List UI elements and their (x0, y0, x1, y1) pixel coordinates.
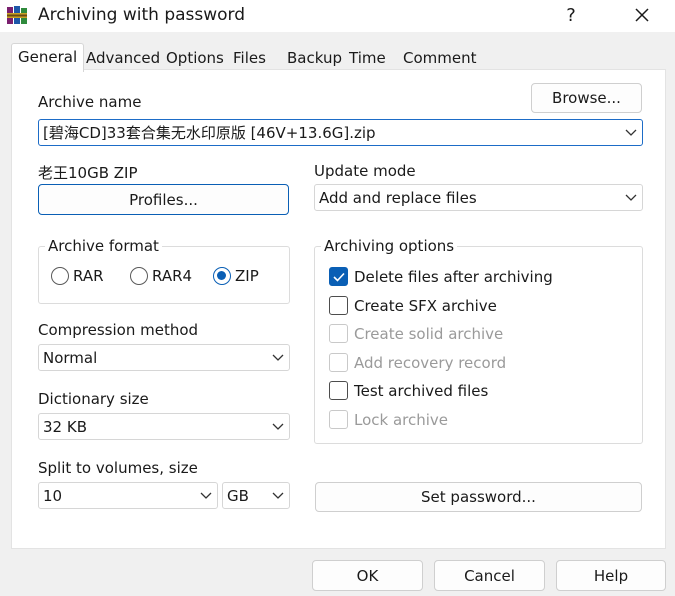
help-question-button[interactable]: ? (553, 0, 589, 30)
tab-comment[interactable]: Comment (403, 46, 477, 71)
profiles-button[interactable]: Profiles... (38, 184, 289, 215)
tab-advanced[interactable]: Advanced (86, 46, 160, 71)
split-size-combobox[interactable]: 10 (38, 482, 218, 509)
compression-method-select[interactable]: Normal (38, 344, 290, 371)
checkbox-icon (329, 410, 348, 429)
checkbox-icon (329, 296, 348, 315)
dictionary-size-select[interactable]: 32 KB (38, 413, 290, 440)
set-password-button[interactable]: Set password... (315, 482, 642, 512)
update-mode-select[interactable]: Add and replace files (314, 184, 643, 211)
chevron-down-icon[interactable] (267, 354, 289, 362)
profile-name-label: 老王10GB ZIP (38, 164, 138, 182)
radio-zip[interactable]: ZIP (213, 267, 259, 285)
close-button[interactable] (622, 0, 662, 30)
archive-name-label: Archive name (38, 93, 142, 111)
split-size-value: 10 (43, 486, 63, 505)
browse-button[interactable]: Browse... (531, 83, 642, 113)
archive-name-combobox[interactable]: [碧海CD]33套合集无水印原版 [46V+13.6G].zip (38, 119, 643, 146)
radio-rar4-label: RAR4 (152, 267, 193, 285)
compression-method-label: Compression method (38, 321, 199, 339)
check-test-archived[interactable]: Test archived files (329, 381, 488, 400)
check-delete-files[interactable]: Delete files after archiving (329, 267, 553, 286)
update-mode-label: Update mode (314, 162, 416, 180)
tab-general[interactable]: General (11, 43, 85, 72)
radio-rar-label: RAR (73, 267, 104, 285)
tab-backup[interactable]: Backup (287, 46, 342, 71)
archive-name-value: [碧海CD]33套合集无水印原版 [46V+13.6G].zip (43, 124, 376, 142)
cancel-button[interactable]: Cancel (434, 560, 545, 591)
check-create-solid: Create solid archive (329, 324, 503, 343)
radio-rar4[interactable]: RAR4 (130, 267, 192, 285)
chevron-down-icon[interactable] (267, 423, 289, 431)
close-x-icon (635, 8, 649, 22)
split-unit-select[interactable]: GB (222, 482, 290, 509)
chevron-down-icon[interactable] (195, 492, 217, 500)
chevron-down-icon[interactable] (620, 194, 642, 202)
radio-circle-icon (51, 267, 69, 285)
checkbox-icon (329, 381, 348, 400)
check-add-recovery: Add recovery record (329, 353, 506, 372)
check-create-sfx[interactable]: Create SFX archive (329, 296, 497, 315)
archive-format-label: Archive format (45, 237, 162, 255)
compression-method-value: Normal (43, 348, 98, 367)
tab-files[interactable]: Files (233, 46, 266, 71)
winrar-books-icon[interactable] (6, 4, 28, 26)
dictionary-size-label: Dictionary size (38, 390, 149, 408)
help-button[interactable]: Help (556, 560, 666, 591)
checkbox-icon (329, 324, 348, 343)
radio-selected-icon (213, 267, 231, 285)
radio-rar[interactable]: RAR (51, 267, 104, 285)
check-lock-archive: Lock archive (329, 410, 448, 429)
chevron-down-icon[interactable] (267, 492, 289, 500)
update-mode-value: Add and replace files (319, 188, 477, 207)
window-title: Archiving with password (38, 5, 246, 25)
split-volumes-label: Split to volumes, size (38, 459, 198, 477)
tab-options[interactable]: Options (166, 46, 224, 71)
archiving-options-label: Archiving options (321, 237, 458, 255)
checkbox-icon (329, 353, 348, 372)
radio-zip-label: ZIP (235, 267, 259, 285)
split-unit-value: GB (227, 486, 249, 505)
tab-time[interactable]: Time (349, 46, 386, 71)
radio-circle-icon (130, 267, 148, 285)
chevron-down-icon[interactable] (620, 129, 642, 137)
ok-button[interactable]: OK (312, 560, 423, 591)
dictionary-size-value: 32 KB (43, 417, 87, 436)
checkmark-icon (329, 267, 348, 286)
